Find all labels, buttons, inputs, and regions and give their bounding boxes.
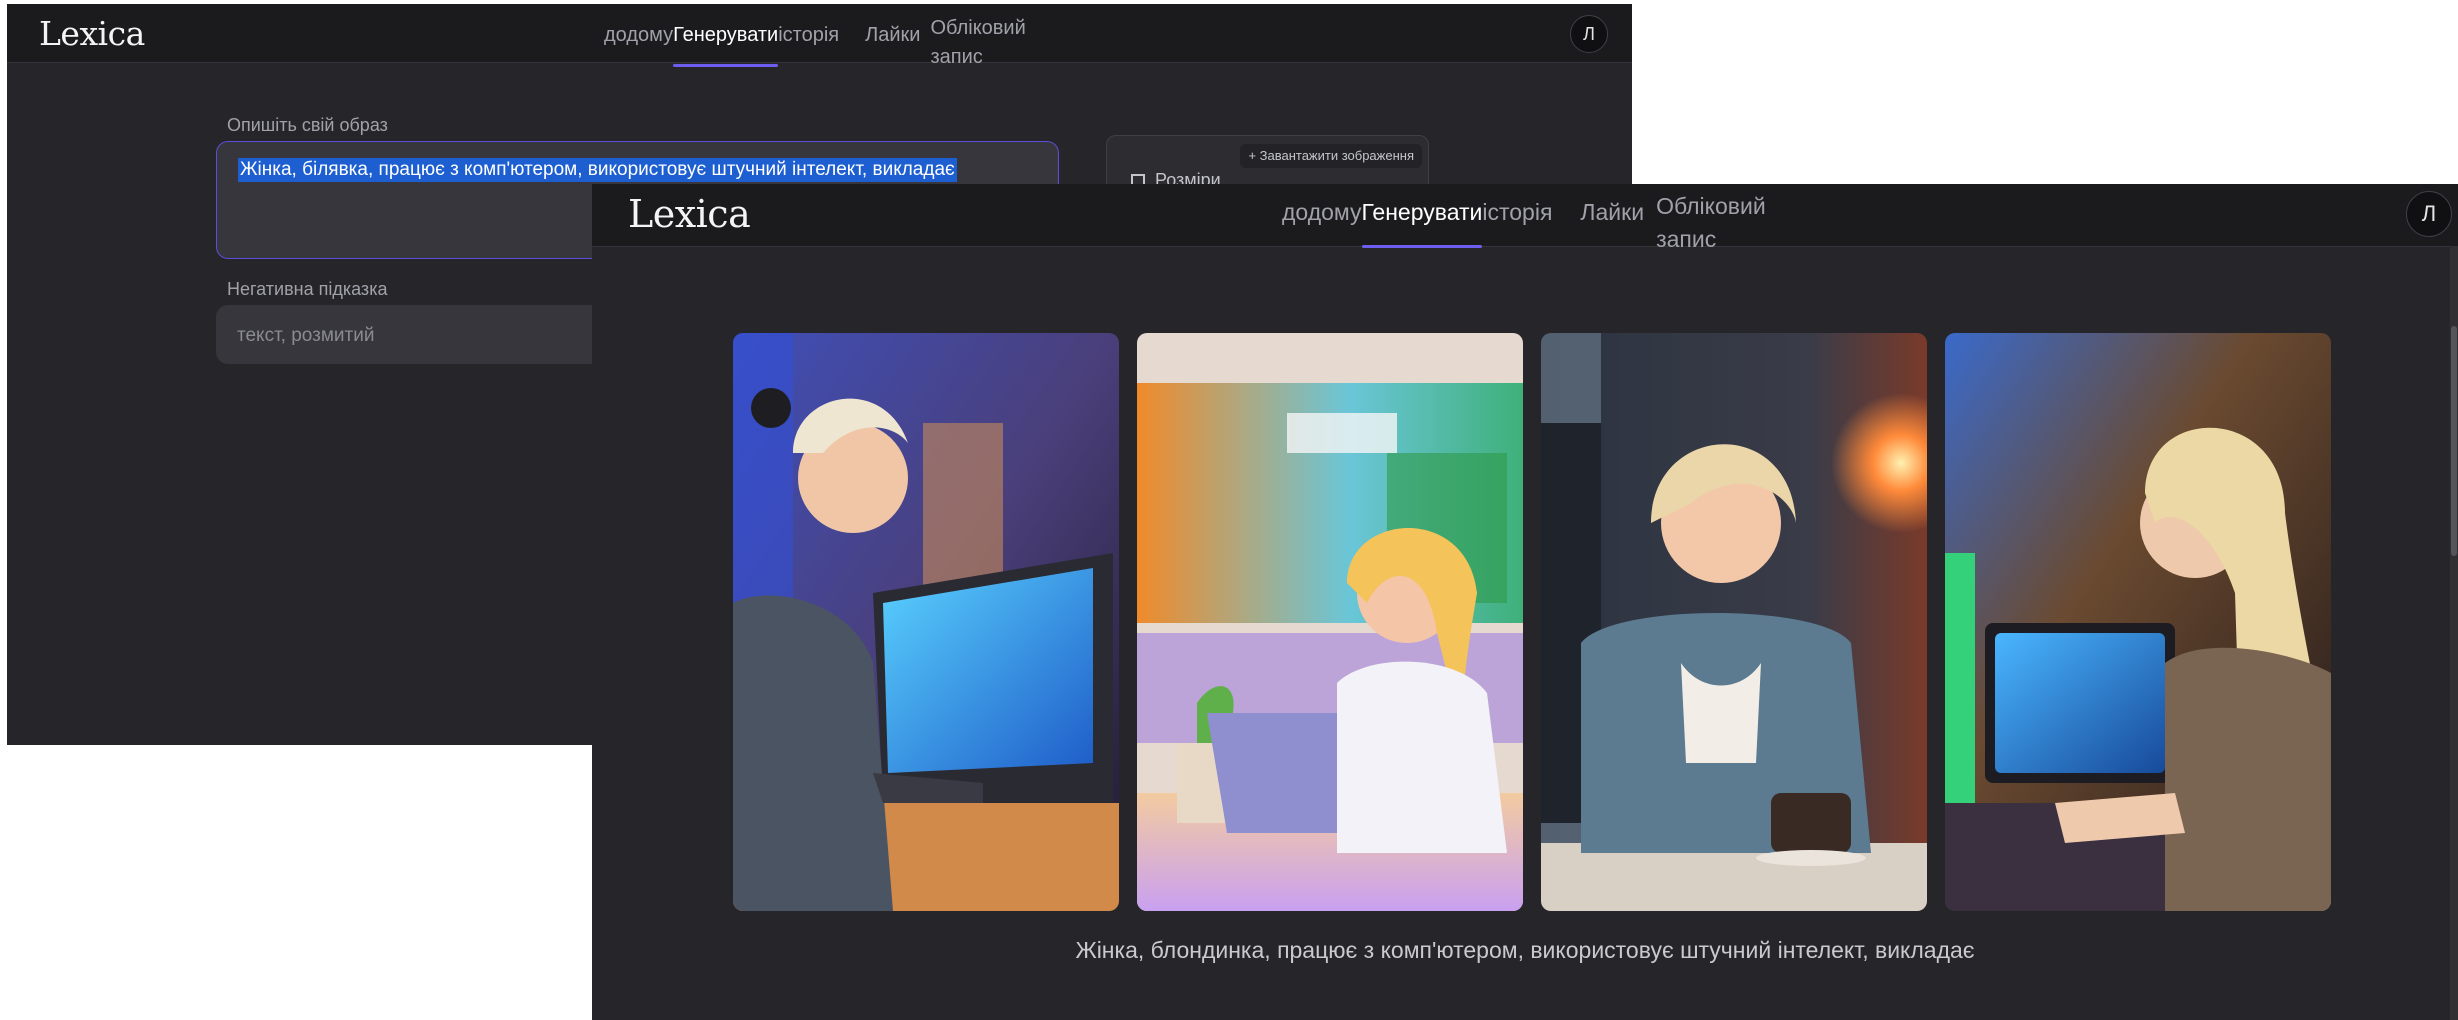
negative-prompt-placeholder: текст, розмитий (237, 325, 375, 346)
scrollbar-thumb[interactable] (2451, 326, 2457, 556)
result-caption: Жінка, блондинка, працює з комп'ютером, … (1075, 937, 1975, 963)
nav-home[interactable]: додому (604, 24, 673, 47)
nav-history[interactable]: історія (778, 24, 839, 47)
result-image-2[interactable] (1137, 333, 1523, 911)
scrollbar[interactable] (2450, 246, 2458, 1020)
nav-home[interactable]: додому (1282, 199, 1362, 226)
nav-account[interactable]: Обліковий запис (930, 14, 1040, 72)
front-window: Lexica додому Генерувати історія Лайки О… (592, 184, 2458, 1020)
top-navbar: Lexica додому Генерувати історія Лайки О… (592, 184, 2458, 252)
user-avatar[interactable]: Л (1570, 15, 1608, 53)
nav-generate[interactable]: Генерувати (1361, 199, 1482, 248)
user-avatar[interactable]: Л (2406, 191, 2452, 237)
nav-generate[interactable]: Генерувати (673, 24, 779, 67)
upload-image-button[interactable]: + Завантажити зображення (1240, 144, 1422, 168)
nav-likes[interactable]: Лайки (865, 24, 920, 47)
prompt-selected-text[interactable]: Жінка, білявка, працює з комп'ютером, ви… (238, 158, 957, 182)
main-nav: додому Генерувати історія Лайки Облікови… (604, 17, 1040, 72)
result-image-1[interactable] (733, 333, 1119, 911)
main-nav: додому Генерувати історія Лайки Облікови… (1282, 193, 1786, 257)
nav-account[interactable]: Обліковий запис (1656, 190, 1786, 257)
negative-prompt-label: Негативна підказка (227, 279, 388, 299)
result-gallery (733, 333, 2331, 911)
nav-history[interactable]: історія (1482, 199, 1552, 226)
prompt-label: Опишіть свій образ (227, 115, 388, 135)
result-image-3[interactable] (1541, 333, 1927, 911)
lexica-logo[interactable]: Lexica (39, 14, 145, 53)
lexica-logo[interactable]: Lexica (628, 192, 751, 236)
result-image-4[interactable] (1945, 333, 2331, 911)
top-navbar: Lexica додому Генерувати історія Лайки О… (7, 4, 1632, 68)
nav-likes[interactable]: Лайки (1580, 199, 1644, 226)
